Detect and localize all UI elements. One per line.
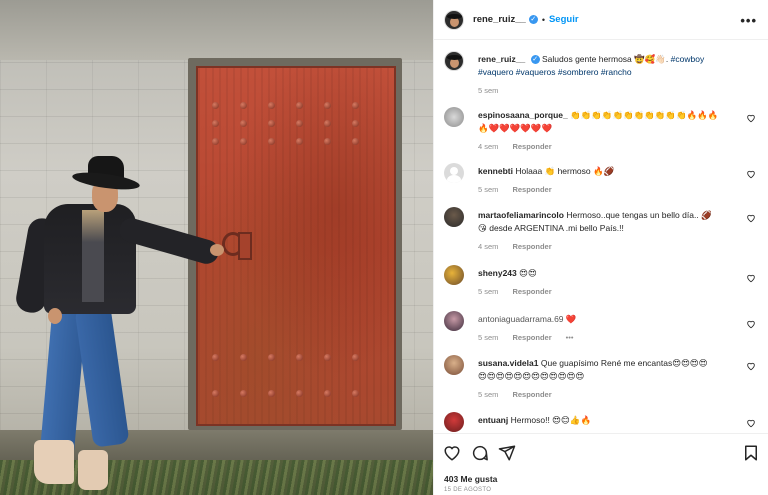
caption-text: Saludos gente hermosa 🤠🥰👋🏻. xyxy=(542,54,669,64)
comment-text: Que guapísimo René me encantas😍😍😍😍 xyxy=(540,358,708,368)
comment-text: Hermoso!! 😍😊👍🔥 xyxy=(510,415,592,425)
author-username[interactable]: rene_ruiz__ xyxy=(473,14,526,25)
comment-text: Holaaa 👏 hermoso 🔥🏈 xyxy=(515,166,615,176)
comment-username[interactable]: susana.videla1 xyxy=(478,358,538,368)
comment-time: 5 sem xyxy=(478,287,499,296)
left-boot xyxy=(34,440,74,484)
reply-button[interactable]: Responder xyxy=(512,390,551,399)
comment-username[interactable]: espinosaana_porque_ xyxy=(478,110,568,120)
man-figure xyxy=(0,0,433,495)
commenter-avatar[interactable] xyxy=(444,163,464,183)
commenter-avatar[interactable] xyxy=(444,311,464,331)
caption-hashtag-cowboy[interactable]: #cowboy xyxy=(671,54,705,64)
reply-button[interactable]: Responder xyxy=(512,185,551,194)
right-hand xyxy=(210,244,224,256)
like-comment-heart-icon[interactable] xyxy=(746,213,756,223)
like-comment-heart-icon[interactable] xyxy=(746,361,756,371)
like-comment-heart-icon[interactable] xyxy=(746,113,756,123)
right-leg xyxy=(74,304,130,448)
instagram-post-view: rene_ruiz__ ✓ • Seguir ••• rene_ruiz__ ✓… xyxy=(0,0,768,495)
like-heart-icon[interactable] xyxy=(443,444,461,462)
reply-button[interactable]: Responder xyxy=(512,333,551,342)
commenter-avatar[interactable] xyxy=(444,355,464,375)
left-hand xyxy=(48,308,62,324)
comment-time: 5 sem xyxy=(478,185,499,194)
shirt xyxy=(82,210,104,302)
comment-time: 5 sem xyxy=(478,333,499,342)
comment-username[interactable]: antoniaguadarrama.69 xyxy=(478,314,564,324)
like-count[interactable]: 403 Me gusta xyxy=(444,474,497,484)
post-photo xyxy=(0,0,433,495)
commenter-avatar[interactable] xyxy=(444,207,464,227)
like-comment-heart-icon[interactable] xyxy=(746,418,756,428)
comment-text: 👏👏👏👏👏👏👏👏👏👏👏🔥🔥🔥 xyxy=(570,110,719,120)
caption-username[interactable]: rene_ruiz__ xyxy=(478,54,525,64)
like-comment-heart-icon[interactable] xyxy=(746,319,756,329)
caption-avatar[interactable] xyxy=(444,51,464,71)
comment-text-continued: 😍😍😍😍😍😍😍😍😍😍😍😍 xyxy=(478,371,585,381)
commenter-avatar[interactable] xyxy=(444,265,464,285)
reply-button[interactable]: Responder xyxy=(512,242,551,251)
comment-username[interactable]: martaofeliamarincolo xyxy=(478,210,564,220)
post-side-panel: rene_ruiz__ ✓ • Seguir ••• rene_ruiz__ ✓… xyxy=(433,0,768,495)
comment-username[interactable]: sheny243 xyxy=(478,268,517,278)
post-date: 15 DE AGOSTO xyxy=(444,487,492,493)
comment-text: ❤️ xyxy=(565,314,577,324)
caption-hashtags[interactable]: #vaquero #vaqueros #sombrero #rancho xyxy=(478,67,632,77)
right-boot xyxy=(78,450,108,490)
comment-time: 4 sem xyxy=(478,242,499,251)
author-avatar[interactable] xyxy=(444,9,464,30)
comment-username[interactable]: kennebti xyxy=(478,166,513,176)
comment-username[interactable]: entuanj xyxy=(478,415,508,425)
reply-button[interactable]: Responder xyxy=(512,142,551,151)
comment-time: 4 sem xyxy=(478,142,499,151)
post-header: rene_ruiz__ ✓ • Seguir ••• xyxy=(434,0,768,40)
comment-time: 5 sem xyxy=(478,390,499,399)
comment-text-continued: 😘 desde ARGENTINA .mi bello País.!! xyxy=(478,223,624,233)
post-actions: 403 Me gusta 15 DE AGOSTO xyxy=(434,433,768,495)
comment-bubble-icon[interactable] xyxy=(471,444,489,462)
caption-time: 5 sem xyxy=(478,86,499,95)
comment-text-continued: 🔥❤️❤️❤️❤️❤️❤️ xyxy=(478,123,553,133)
reply-button[interactable]: Responder xyxy=(512,287,551,296)
follow-button[interactable]: Seguir xyxy=(549,14,579,25)
save-bookmark-icon[interactable] xyxy=(742,444,760,462)
commenter-avatar[interactable] xyxy=(444,412,464,432)
comments-list: rene_ruiz__ ✓ Saludos gente hermosa 🤠🥰👋🏻… xyxy=(434,41,768,432)
more-options-icon[interactable]: ••• xyxy=(740,13,757,28)
separator-dot: • xyxy=(541,14,545,25)
verified-badge-icon: ✓ xyxy=(530,55,540,65)
verified-badge-icon: ✓ xyxy=(528,15,538,24)
comment-text: 😍😍 xyxy=(519,268,537,278)
comment-text: Hermoso..que tengas un bello día.. 🏈 xyxy=(566,210,712,220)
share-send-icon[interactable] xyxy=(498,444,516,462)
commenter-avatar[interactable] xyxy=(444,107,464,127)
comment-more-icon[interactable]: ••• xyxy=(566,333,574,342)
like-comment-heart-icon[interactable] xyxy=(746,273,756,283)
like-comment-heart-icon[interactable] xyxy=(746,169,756,179)
